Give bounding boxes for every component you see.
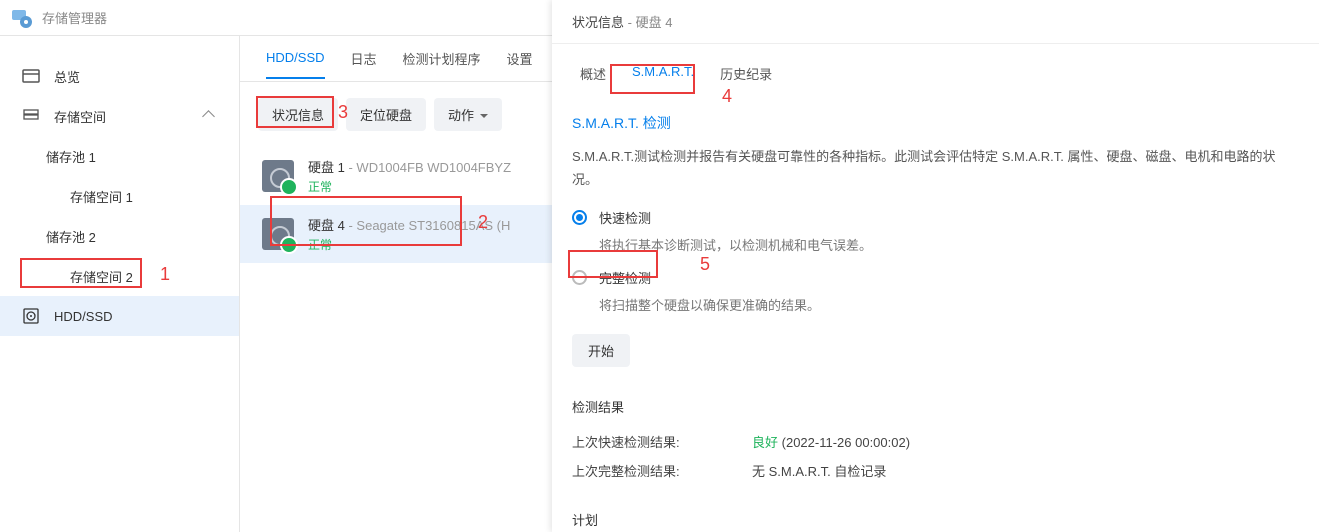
annot-5: 5 [700, 254, 710, 275]
sidebar-item-pool2[interactable]: 储存池 2 [0, 216, 239, 256]
overview-icon [22, 67, 40, 85]
sidebar-label: 存储空间 1 [70, 187, 133, 206]
annot-2: 2 [478, 212, 488, 233]
sidebar-item-pool1[interactable]: 储存池 1 [0, 136, 239, 176]
annot-4: 4 [722, 86, 732, 107]
disk-icon [262, 160, 294, 192]
panel-tab-smart[interactable]: S.M.A.R.T. [624, 58, 702, 93]
sidebar-label: 存储空间 2 [70, 267, 133, 286]
disk-status: 正常 [308, 236, 510, 253]
result-full: 上次完整检测结果: 无 S.M.A.R.T. 自检记录 [572, 461, 1299, 480]
result-label: 上次快速检测结果: [572, 432, 752, 451]
disk-status: 正常 [308, 178, 511, 195]
disk-model: - WD1004FB WD1004FBYZ [348, 160, 511, 175]
sidebar-item-overview[interactable]: 总览 [0, 56, 239, 96]
annot-1: 1 [160, 264, 170, 285]
sidebar: 总览 存储空间 储存池 1 存储空间 1 储存池 2 存储空间 2 HDD/SS… [0, 36, 240, 532]
sidebar-item-storage[interactable]: 存储空间 [0, 96, 239, 136]
panel-title: 状况信息 [572, 15, 624, 30]
result-quick: 上次快速检测结果: 良好 (2022-11-26 00:00:02) [572, 432, 1299, 451]
sidebar-item-vol2[interactable]: 存储空间 2 [0, 256, 239, 296]
radio-label: 快速检测 [599, 208, 651, 227]
locate-drive-button[interactable]: 定位硬盘 [346, 98, 426, 131]
sidebar-label: 存储空间 [54, 107, 106, 126]
radio-label: 完整检测 [599, 268, 651, 287]
radio-quick-test[interactable]: 快速检测 [572, 208, 1299, 227]
health-info-panel: 状况信息 - 硬盘 4 概述 S.M.A.R.T. 历史纪录 S.M.A.R.T… [552, 0, 1319, 532]
disk-name: 硬盘 4 [308, 218, 345, 233]
radio-desc: 将执行基本诊断测试，以检测机械和电气误差。 [599, 235, 1299, 254]
radio-full-test[interactable]: 完整检测 [572, 268, 1299, 287]
sidebar-label: 总览 [54, 67, 80, 86]
storage-manager-icon [10, 6, 34, 30]
app-title: 存储管理器 [42, 8, 107, 27]
sidebar-item-hdd-ssd[interactable]: HDD/SSD [0, 296, 239, 336]
tab-settings[interactable]: 设置 [507, 37, 533, 80]
tab-log[interactable]: 日志 [351, 37, 377, 80]
plan-title: 计划 [572, 510, 1299, 529]
panel-header: 状况信息 - 硬盘 4 [552, 0, 1319, 44]
section-title: S.M.A.R.T. 检测 [572, 113, 1299, 133]
storage-icon [22, 107, 40, 125]
panel-tab-overview[interactable]: 概述 [572, 58, 614, 93]
start-button[interactable]: 开始 [572, 334, 630, 367]
disk-name: 硬盘 1 [308, 160, 345, 175]
action-button[interactable]: 动作 [434, 98, 502, 131]
sidebar-label: 储存池 2 [46, 227, 96, 246]
sidebar-item-vol1[interactable]: 存储空间 1 [0, 176, 239, 216]
result-label: 上次完整检测结果: [572, 461, 752, 480]
section-desc: S.M.A.R.T.测试检测并报告有关硬盘可靠性的各种指标。此测试会评估特定 S… [572, 145, 1299, 192]
disk-icon [262, 218, 294, 250]
result-time: 2022-11-26 00:00:02 [786, 435, 906, 450]
result-good: 良好 [752, 435, 778, 450]
hdd-icon [22, 307, 40, 325]
panel-subtitle: 硬盘 4 [636, 15, 673, 30]
radio-icon [572, 210, 587, 225]
sidebar-label: HDD/SSD [54, 309, 113, 324]
radio-desc: 将扫描整个硬盘以确保更准确的结果。 [599, 295, 1299, 314]
tab-schedule[interactable]: 检测计划程序 [403, 37, 481, 80]
tab-hdd-ssd[interactable]: HDD/SSD [266, 38, 325, 79]
radio-icon [572, 270, 587, 285]
sidebar-label: 储存池 1 [46, 147, 96, 166]
panel-tabs: 概述 S.M.A.R.T. 历史纪录 [552, 44, 1319, 93]
annot-3: 3 [338, 102, 348, 123]
result-value: 无 S.M.A.R.T. 自检记录 [752, 461, 886, 480]
results-title: 检测结果 [572, 397, 1299, 416]
health-info-button[interactable]: 状况信息 [258, 98, 338, 131]
